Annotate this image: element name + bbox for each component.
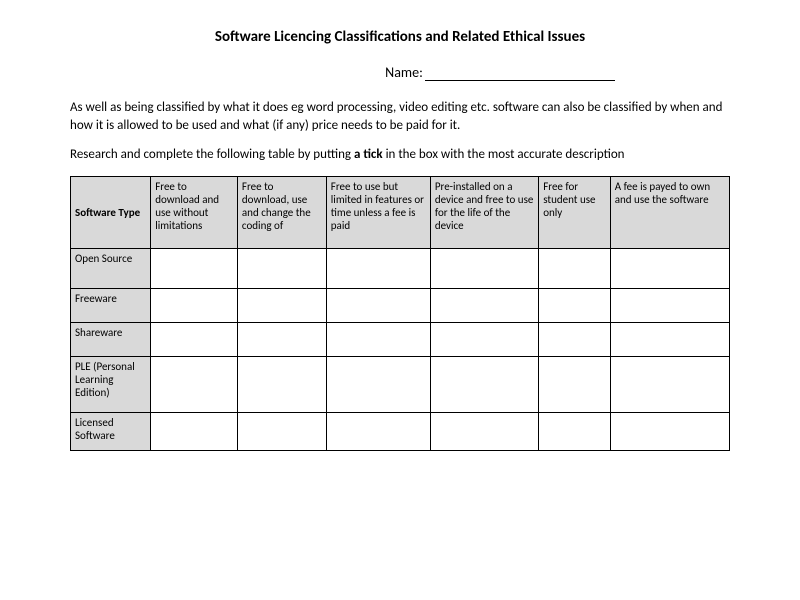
cell-share-1[interactable] bbox=[151, 322, 238, 356]
table-row-licensed: Licensed Software bbox=[71, 412, 730, 450]
name-label: Name: bbox=[385, 64, 423, 81]
cell-ple-4[interactable] bbox=[430, 356, 538, 412]
header-col-4: Pre-installed on a device and free to us… bbox=[430, 176, 538, 248]
cell-free-5[interactable] bbox=[539, 288, 611, 322]
cell-lic-4[interactable] bbox=[430, 412, 538, 450]
header-col-1: Free to download and use without limitat… bbox=[151, 176, 238, 248]
cell-open-4[interactable] bbox=[430, 248, 538, 288]
cell-share-5[interactable] bbox=[539, 322, 611, 356]
page-title: Software Licencing Classifications and R… bbox=[70, 28, 730, 46]
cell-open-6[interactable] bbox=[610, 248, 729, 288]
cell-free-2[interactable] bbox=[237, 288, 326, 322]
cell-lic-2[interactable] bbox=[237, 412, 326, 450]
header-col-3: Free to use but limited in features or t… bbox=[326, 176, 430, 248]
rowlabel-ple: PLE (Personal Learning Edition) bbox=[71, 356, 151, 412]
table-row-shareware: Shareware bbox=[71, 322, 730, 356]
cell-ple-3[interactable] bbox=[326, 356, 430, 412]
cell-lic-6[interactable] bbox=[610, 412, 729, 450]
name-blank-line[interactable] bbox=[425, 80, 615, 81]
cell-free-6[interactable] bbox=[610, 288, 729, 322]
header-software-type: Software Type bbox=[71, 176, 151, 248]
table-row-ple: PLE (Personal Learning Edition) bbox=[71, 356, 730, 412]
cell-open-5[interactable] bbox=[539, 248, 611, 288]
para2-part-a: Research and complete the following tabl… bbox=[70, 147, 354, 162]
rowlabel-shareware: Shareware bbox=[71, 322, 151, 356]
cell-open-1[interactable] bbox=[151, 248, 238, 288]
table-row-freeware: Freeware bbox=[71, 288, 730, 322]
para2-bold: a tick bbox=[354, 147, 383, 162]
cell-ple-6[interactable] bbox=[610, 356, 729, 412]
cell-open-3[interactable] bbox=[326, 248, 430, 288]
cell-free-4[interactable] bbox=[430, 288, 538, 322]
classification-table: Software Type Free to download and use w… bbox=[70, 176, 730, 451]
cell-lic-3[interactable] bbox=[326, 412, 430, 450]
header-col-5: Free for student use only bbox=[539, 176, 611, 248]
cell-free-3[interactable] bbox=[326, 288, 430, 322]
header-col-2: Free to download, use and change the cod… bbox=[237, 176, 326, 248]
cell-ple-1[interactable] bbox=[151, 356, 238, 412]
rowlabel-open-source: Open Source bbox=[71, 248, 151, 288]
cell-open-2[interactable] bbox=[237, 248, 326, 288]
rowlabel-freeware: Freeware bbox=[71, 288, 151, 322]
cell-share-3[interactable] bbox=[326, 322, 430, 356]
cell-free-1[interactable] bbox=[151, 288, 238, 322]
cell-share-6[interactable] bbox=[610, 322, 729, 356]
table-row-open-source: Open Source bbox=[71, 248, 730, 288]
table-header-row: Software Type Free to download and use w… bbox=[71, 176, 730, 248]
cell-ple-5[interactable] bbox=[539, 356, 611, 412]
worksheet-page: Software Licencing Classifications and R… bbox=[0, 0, 800, 451]
intro-paragraph-1: As well as being classified by what it d… bbox=[70, 99, 730, 134]
cell-ple-2[interactable] bbox=[237, 356, 326, 412]
para2-part-b: in the box with the most accurate descri… bbox=[383, 147, 625, 162]
cell-lic-5[interactable] bbox=[539, 412, 611, 450]
name-field-row: Name: bbox=[270, 64, 730, 81]
header-col-6: A fee is payed to own and use the softwa… bbox=[610, 176, 729, 248]
rowlabel-licensed: Licensed Software bbox=[71, 412, 151, 450]
cell-share-4[interactable] bbox=[430, 322, 538, 356]
cell-share-2[interactable] bbox=[237, 322, 326, 356]
intro-paragraph-2: Research and complete the following tabl… bbox=[70, 146, 730, 164]
cell-lic-1[interactable] bbox=[151, 412, 238, 450]
